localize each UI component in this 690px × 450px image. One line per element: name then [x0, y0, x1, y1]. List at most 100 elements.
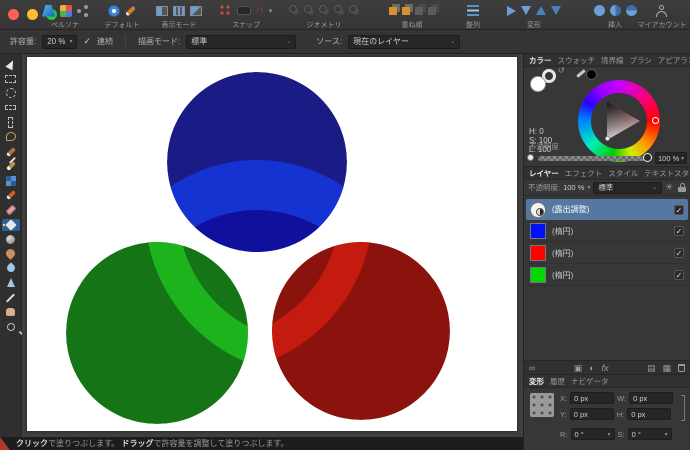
rectangle-marquee-tool[interactable]: [2, 73, 20, 85]
vector-view-icon[interactable]: [156, 5, 168, 16]
pixel-tool[interactable]: [2, 175, 20, 187]
layer-thumbnail[interactable]: [530, 223, 546, 239]
tab-colour[interactable]: カラー: [529, 55, 552, 66]
delete-layer-icon[interactable]: [678, 363, 686, 372]
layer-row-ellipse-green[interactable]: (楕円) ✓: [526, 265, 688, 286]
erase-brush-tool[interactable]: [2, 204, 20, 216]
swap-colours-icon[interactable]: ↺: [558, 66, 565, 75]
r-field[interactable]: 0 ° ▾: [570, 428, 615, 440]
geometry-divide-icon[interactable]: [349, 5, 357, 13]
selection-brush-tool[interactable]: [2, 146, 20, 158]
tab-transform[interactable]: 変形: [529, 376, 544, 387]
mask-layer-icon[interactable]: ▣: [574, 362, 583, 374]
flood-fill-tool[interactable]: [1, 218, 20, 231]
move-to-back-icon[interactable]: [427, 3, 439, 15]
colour-picker-icon[interactable]: [576, 69, 586, 78]
flip-horizontal-icon[interactable]: [507, 5, 516, 16]
snapping-toggle[interactable]: [236, 6, 251, 15]
x-field[interactable]: 0 px: [570, 392, 615, 404]
tab-effects[interactable]: エフェクト: [565, 168, 603, 179]
my-account-icon[interactable]: [656, 4, 668, 17]
gear-icon[interactable]: ✳: [665, 182, 673, 193]
blend-mode-dropdown[interactable]: 標準 ⌄: [186, 34, 297, 49]
view-zoom-tool[interactable]: [2, 321, 23, 335]
geometry-intersect-icon[interactable]: [319, 5, 327, 13]
visibility-checkbox[interactable]: ✓: [674, 270, 684, 280]
column-marquee-tool[interactable]: [2, 116, 20, 128]
opacity-value-box[interactable]: 100 % ▾: [655, 152, 687, 164]
tab-swatches[interactable]: スウォッチ: [558, 55, 596, 66]
freehand-selection-tool[interactable]: [2, 131, 20, 143]
geometry-xor-icon[interactable]: [334, 5, 342, 13]
geometry-add-icon[interactable]: [289, 5, 297, 13]
layer-thumbnail[interactable]: [530, 245, 546, 261]
canvas-area[interactable]: [22, 54, 523, 437]
snapping-grid-icon[interactable]: [219, 4, 232, 17]
move-forward-icon[interactable]: [401, 3, 413, 15]
visibility-checkbox[interactable]: ✓: [674, 248, 684, 258]
contiguous-checkbox[interactable]: ✓: [83, 36, 91, 47]
s-field[interactable]: 0 ° ▾: [627, 428, 672, 440]
layer-row-adjustment[interactable]: (露出調整) ✓: [526, 199, 688, 220]
geometry-subtract-icon[interactable]: [304, 5, 312, 13]
layer-row-ellipse-blue[interactable]: (楕円) ✓: [526, 221, 688, 242]
tolerance-dropdown[interactable]: 20 % ▾: [42, 34, 78, 49]
tab-styles[interactable]: スタイル: [608, 168, 638, 179]
synchronise-defaults-icon[interactable]: [108, 4, 120, 17]
alignment-icon[interactable]: [467, 5, 479, 16]
move-backward-icon[interactable]: [414, 3, 426, 15]
source-dropdown[interactable]: 現在のレイヤー ⌄: [348, 34, 461, 49]
move-tool[interactable]: [2, 58, 20, 70]
tab-text-styles[interactable]: テキストスタイル: [644, 168, 690, 179]
layer-thumbnail[interactable]: [530, 201, 546, 218]
sharpen-tool[interactable]: [2, 277, 20, 289]
w-field[interactable]: 0 px: [629, 392, 674, 404]
close-button[interactable]: [8, 9, 19, 20]
rotate-cw-icon[interactable]: [551, 6, 561, 15]
adjustment-layer-icon[interactable]: ◐: [589, 362, 594, 374]
tab-brushes[interactable]: ブラシ: [630, 55, 652, 66]
contiguous-label[interactable]: 連続: [97, 36, 113, 47]
hsl-triangle[interactable]: [591, 93, 647, 149]
document-page[interactable]: [27, 57, 517, 431]
h-field[interactable]: 0 px: [627, 408, 672, 420]
lock-icon[interactable]: [678, 183, 686, 192]
tab-stroke[interactable]: 境界線: [601, 55, 624, 66]
smudge-tool[interactable]: [2, 247, 20, 261]
flip-vertical-icon[interactable]: [521, 6, 531, 15]
tab-navigator[interactable]: ナビゲータ: [571, 376, 609, 387]
insert-behind-icon[interactable]: [625, 5, 637, 16]
fill-colour-swatch[interactable]: [530, 76, 546, 92]
lightness-knob[interactable]: [605, 136, 610, 141]
tab-layers[interactable]: レイヤー: [529, 168, 559, 179]
anchor-selector[interactable]: [530, 393, 554, 417]
flood-select-tool[interactable]: [2, 160, 20, 172]
retina-view-icon[interactable]: [190, 5, 202, 16]
dodge-brush-tool[interactable]: [2, 233, 20, 245]
edit-all-layers-icon[interactable]: ∞: [529, 362, 535, 374]
new-pixel-layer-icon[interactable]: ▦: [663, 362, 672, 374]
insert-on-top-icon[interactable]: [609, 5, 621, 16]
noise-knob[interactable]: [527, 154, 534, 161]
view-pan-tool[interactable]: [2, 306, 20, 318]
designer-persona-icon[interactable]: [42, 4, 55, 17]
snapping-options-icon[interactable]: ▾: [269, 7, 273, 15]
rotate-ccw-icon[interactable]: [536, 6, 546, 15]
pixel-persona-icon[interactable]: [60, 4, 72, 17]
layers-opacity-value[interactable]: 100 %: [563, 183, 584, 192]
y-field[interactable]: 0 px: [569, 408, 614, 420]
blend-mode-dropdown[interactable]: 標準 ⌄: [593, 181, 663, 194]
insert-inside-icon[interactable]: [593, 5, 605, 16]
opacity-knob[interactable]: [643, 153, 652, 162]
ellipse-marquee-tool[interactable]: [2, 87, 20, 99]
row-marquee-tool[interactable]: [2, 102, 20, 114]
magnet-icon[interactable]: ∩: [256, 5, 264, 16]
move-to-front-icon[interactable]: [388, 3, 400, 15]
tab-appearance[interactable]: アピアランス: [658, 55, 690, 66]
visibility-checkbox[interactable]: ✓: [674, 204, 684, 215]
tab-history[interactable]: 履歴: [550, 376, 565, 387]
export-persona-icon[interactable]: [77, 8, 81, 13]
new-layer-icon[interactable]: ▤: [647, 362, 656, 374]
visibility-checkbox[interactable]: ✓: [674, 226, 684, 236]
layer-thumbnail[interactable]: [530, 267, 546, 283]
